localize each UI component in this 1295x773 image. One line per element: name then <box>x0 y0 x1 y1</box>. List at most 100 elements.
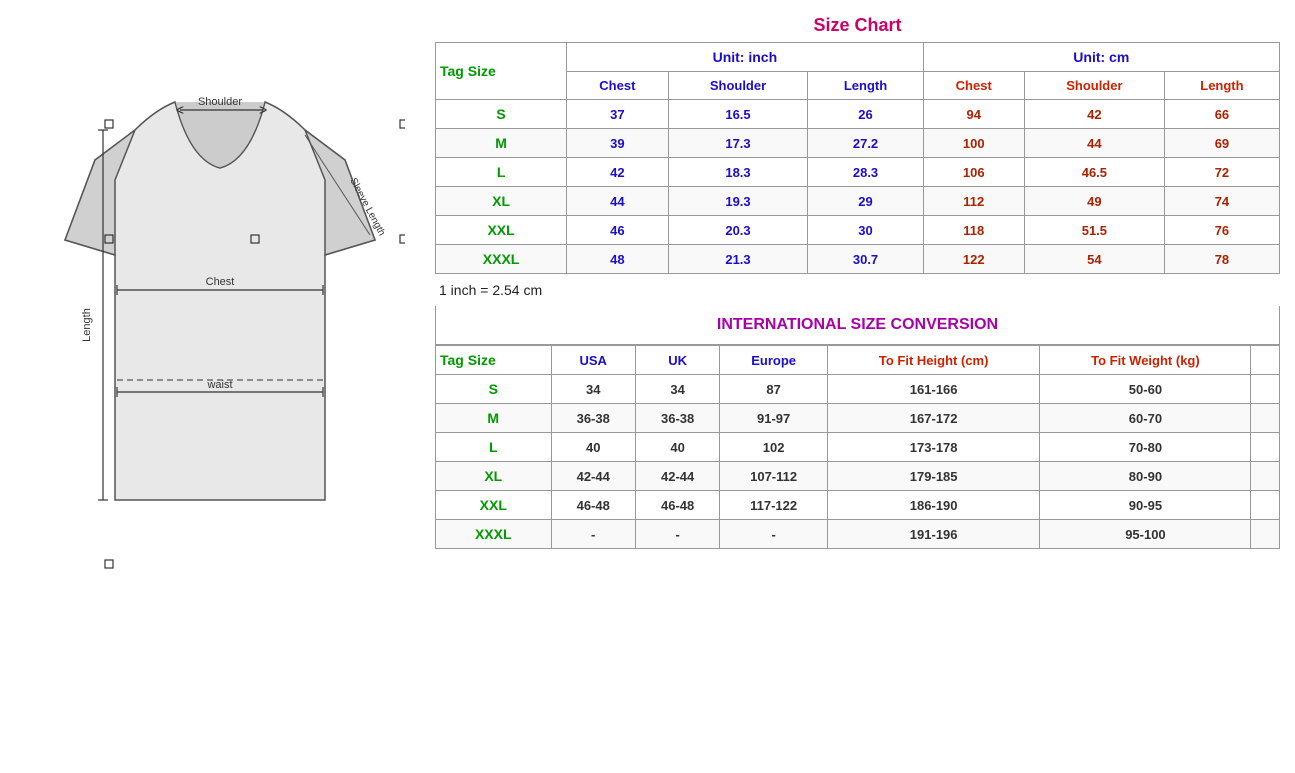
chest-inch-cell: 46 <box>567 216 668 245</box>
conv-usa-cell: - <box>551 520 635 549</box>
chest-cm-header: Chest <box>923 72 1024 100</box>
conv-usa-cell: 36-38 <box>551 404 635 433</box>
tshirt-svg: Shoulder Sleeve Length Chest waist Lengt… <box>35 20 405 580</box>
conv-empty-cell <box>1251 520 1280 549</box>
tag-size-cell: L <box>436 158 567 187</box>
conv-height-cell: 191-196 <box>827 520 1040 549</box>
conv-usa-cell: 46-48 <box>551 491 635 520</box>
conv-height-cell: 179-185 <box>827 462 1040 491</box>
conv-uk-cell: 42-44 <box>635 462 719 491</box>
shoulder-cm-cell: 42 <box>1024 100 1164 129</box>
conv-europe-cell: 91-97 <box>720 404 828 433</box>
shoulder-cm-cell: 49 <box>1024 187 1164 216</box>
chest-cm-cell: 106 <box>923 158 1024 187</box>
unit-cm-header: Unit: cm <box>923 43 1279 72</box>
conv-usa-cell: 40 <box>551 433 635 462</box>
conv-usa-header: USA <box>551 346 635 375</box>
chest-inch-cell: 37 <box>567 100 668 129</box>
chest-cm-cell: 122 <box>923 245 1024 274</box>
conv-uk-cell: 46-48 <box>635 491 719 520</box>
conv-height-cell: 167-172 <box>827 404 1040 433</box>
conv-tag-cell: L <box>436 433 552 462</box>
chest-cm-cell: 118 <box>923 216 1024 245</box>
conv-uk-cell: - <box>635 520 719 549</box>
chest-inch-header: Chest <box>567 72 668 100</box>
conv-height-cell: 161-166 <box>827 375 1040 404</box>
shoulder-inch-header: Shoulder <box>668 72 808 100</box>
shoulder-cm-cell: 54 <box>1024 245 1164 274</box>
shoulder-inch-cell: 16.5 <box>668 100 808 129</box>
conv-empty-cell <box>1251 375 1280 404</box>
conv-height-cell: 186-190 <box>827 491 1040 520</box>
conv-weight-header: To Fit Weight (kg) <box>1040 346 1251 375</box>
shoulder-cm-cell: 44 <box>1024 129 1164 158</box>
conv-europe-header: Europe <box>720 346 828 375</box>
inch-note: 1 inch = 2.54 cm <box>435 274 1280 306</box>
conv-empty-cell <box>1251 462 1280 491</box>
shoulder-inch-cell: 19.3 <box>668 187 808 216</box>
table-row: XXL 46-48 46-48 117-122 186-190 90-95 <box>436 491 1280 520</box>
length-cm-cell: 66 <box>1164 100 1279 129</box>
length-cm-header: Length <box>1164 72 1279 100</box>
table-row: M 39 17.3 27.2 100 44 69 <box>436 129 1280 158</box>
table-row: L 42 18.3 28.3 106 46.5 72 <box>436 158 1280 187</box>
size-chart-table: Tag Size Unit: inch Unit: cm Chest Shoul… <box>435 42 1280 274</box>
table-row: XXL 46 20.3 30 118 51.5 76 <box>436 216 1280 245</box>
shoulder-inch-cell: 21.3 <box>668 245 808 274</box>
conv-empty-cell <box>1251 433 1280 462</box>
conv-height-header: To Fit Height (cm) <box>827 346 1040 375</box>
shoulder-inch-cell: 17.3 <box>668 129 808 158</box>
conv-empty-cell <box>1251 404 1280 433</box>
length-inch-cell: 27.2 <box>808 129 923 158</box>
table-row: XXXL 48 21.3 30.7 122 54 78 <box>436 245 1280 274</box>
tshirt-diagram-panel: Shoulder Sleeve Length Chest waist Lengt… <box>10 10 430 590</box>
length-cm-cell: 69 <box>1164 129 1279 158</box>
conv-tag-size-header: Tag Size <box>436 346 552 375</box>
conv-tag-cell: M <box>436 404 552 433</box>
chest-inch-cell: 39 <box>567 129 668 158</box>
svg-text:Chest: Chest <box>206 276 235 288</box>
chest-inch-cell: 48 <box>567 245 668 274</box>
length-inch-cell: 28.3 <box>808 158 923 187</box>
conv-weight-cell: 80-90 <box>1040 462 1251 491</box>
conv-europe-cell: - <box>720 520 828 549</box>
conv-europe-cell: 102 <box>720 433 828 462</box>
unit-inch-header: Unit: inch <box>567 43 923 72</box>
conv-tag-cell: XL <box>436 462 552 491</box>
conv-empty-cell <box>1251 491 1280 520</box>
conv-europe-cell: 117-122 <box>720 491 828 520</box>
length-cm-cell: 76 <box>1164 216 1279 245</box>
right-panel: Size Chart Tag Size Unit: inch Unit: cm … <box>430 10 1285 554</box>
tag-size-cell: XL <box>436 187 567 216</box>
length-cm-cell: 72 <box>1164 158 1279 187</box>
chest-inch-cell: 42 <box>567 158 668 187</box>
conv-uk-cell: 40 <box>635 433 719 462</box>
table-row: XL 42-44 42-44 107-112 179-185 80-90 <box>436 462 1280 491</box>
conv-tag-cell: XXL <box>436 491 552 520</box>
length-inch-cell: 30.7 <box>808 245 923 274</box>
conv-weight-cell: 50-60 <box>1040 375 1251 404</box>
length-inch-cell: 29 <box>808 187 923 216</box>
conv-uk-cell: 36-38 <box>635 404 719 433</box>
length-inch-cell: 30 <box>808 216 923 245</box>
size-chart-title: Size Chart <box>435 15 1280 36</box>
conv-uk-header: UK <box>635 346 719 375</box>
tag-size-header: Tag Size <box>436 43 567 100</box>
conv-uk-cell: 34 <box>635 375 719 404</box>
table-row: M 36-38 36-38 91-97 167-172 60-70 <box>436 404 1280 433</box>
tag-size-cell: S <box>436 100 567 129</box>
tag-size-cell: M <box>436 129 567 158</box>
shoulder-cm-cell: 51.5 <box>1024 216 1164 245</box>
shoulder-cm-header: Shoulder <box>1024 72 1164 100</box>
conv-europe-cell: 87 <box>720 375 828 404</box>
conv-height-cell: 173-178 <box>827 433 1040 462</box>
length-cm-cell: 74 <box>1164 187 1279 216</box>
table-row: S 34 34 87 161-166 50-60 <box>436 375 1280 404</box>
tshirt-diagram: Shoulder Sleeve Length Chest waist Lengt… <box>20 20 420 580</box>
chest-cm-cell: 100 <box>923 129 1024 158</box>
shoulder-inch-cell: 20.3 <box>668 216 808 245</box>
length-cm-cell: 78 <box>1164 245 1279 274</box>
length-inch-header: Length <box>808 72 923 100</box>
svg-text:waist: waist <box>206 379 232 391</box>
table-row: S 37 16.5 26 94 42 66 <box>436 100 1280 129</box>
